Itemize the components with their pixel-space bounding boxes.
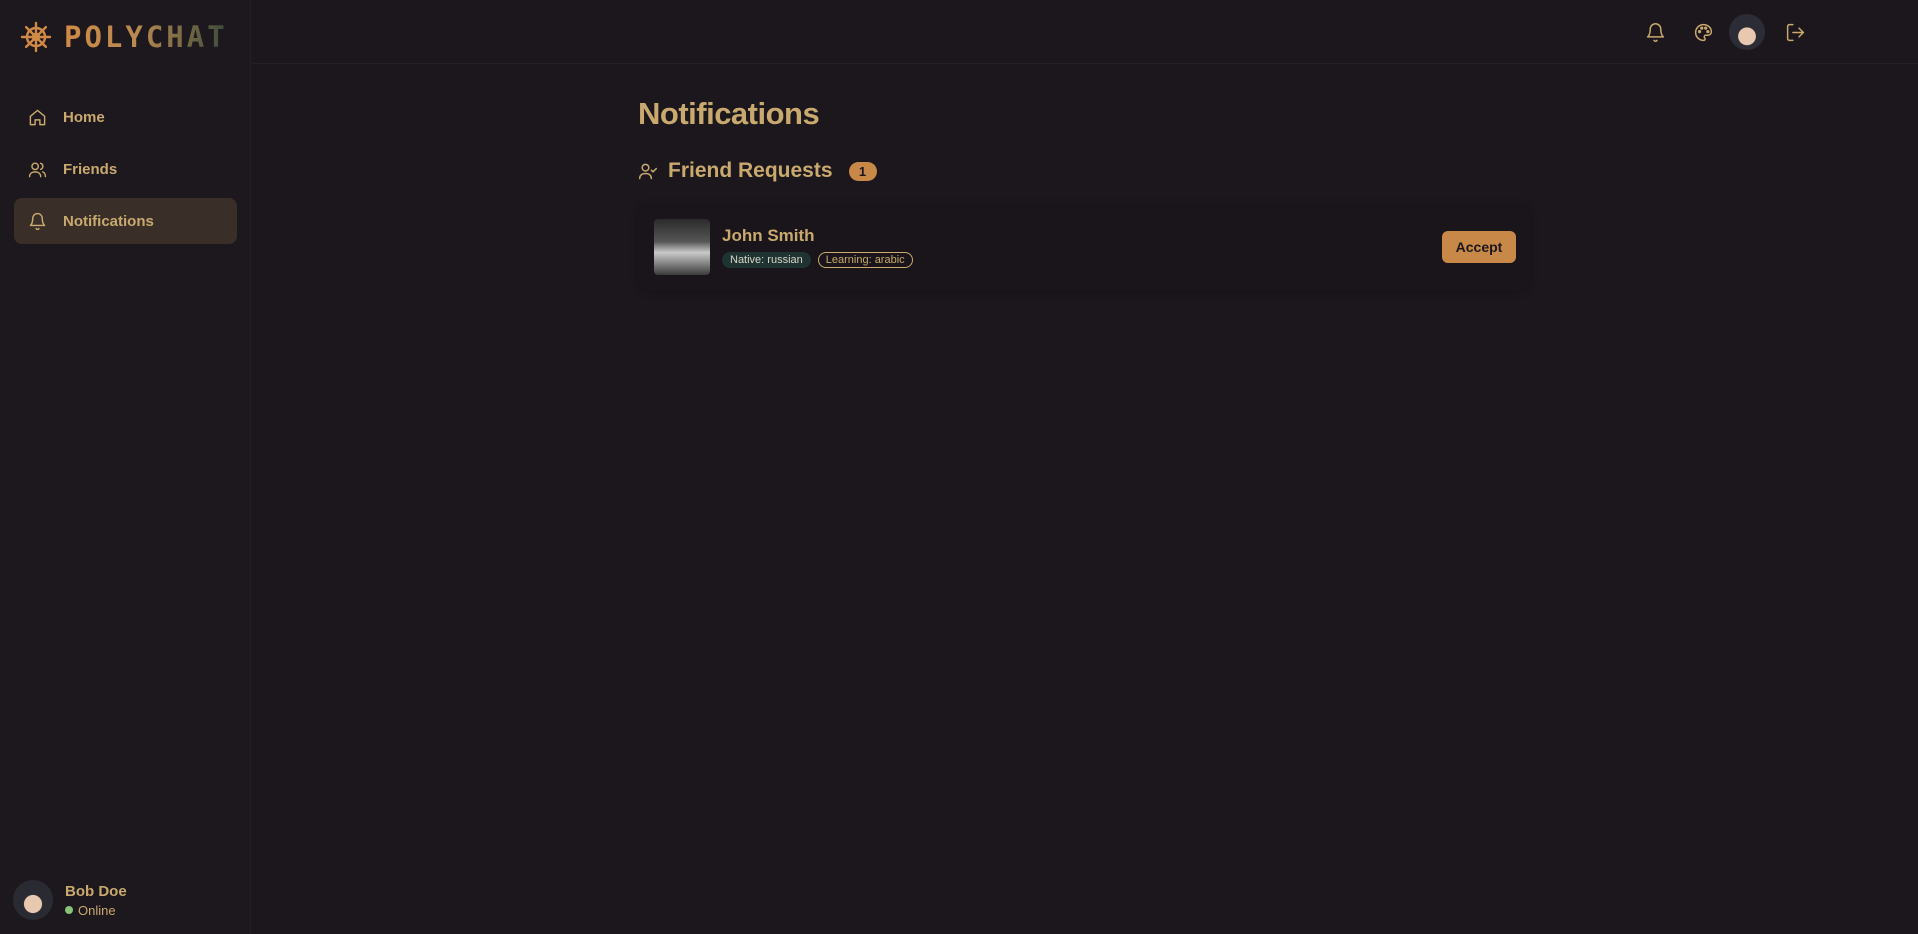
native-language-badge: Native: russian (722, 252, 811, 268)
learning-language-badge: Learning: arabic (817, 252, 913, 268)
user-name: Bob Doe (65, 882, 127, 900)
sidebar-item-label: Home (63, 108, 105, 126)
users-icon (28, 161, 47, 177)
app-root: POLYCHAT Home Friends Notifications Bob … (0, 0, 1918, 934)
home-icon (29, 109, 46, 125)
ship-wheel-icon (20, 21, 52, 53)
palette-icon (1694, 23, 1712, 41)
brand-logo[interactable]: POLYCHAT (20, 20, 228, 54)
language-tags: Native: russian Learning: arabic (722, 252, 1442, 268)
theme-button[interactable] (1685, 14, 1721, 50)
top-bar (252, 0, 1918, 64)
logout-icon (1786, 23, 1804, 41)
user-check-icon (638, 163, 658, 180)
bell-icon (29, 212, 46, 230)
sidebar-nav: Home Friends Notifications (14, 94, 237, 250)
friend-request-card: John Smith Native: russian Learning: ara… (638, 204, 1530, 290)
requester-name: John Smith (722, 226, 815, 245)
online-dot-icon (65, 906, 73, 914)
request-info: John Smith Native: russian Learning: ara… (722, 226, 1442, 268)
sidebar: POLYCHAT Home Friends Notifications Bob … (0, 0, 251, 934)
avatar (654, 219, 710, 275)
section-title: Friend Requests (668, 159, 833, 182)
bell-icon (1646, 22, 1664, 42)
brand-name: POLYCHAT (64, 20, 228, 54)
avatar[interactable] (1729, 14, 1765, 50)
current-user-card[interactable]: Bob Doe Online (13, 880, 127, 920)
count-badge: 1 (848, 161, 877, 181)
avatar (13, 880, 53, 920)
sidebar-item-home[interactable]: Home (14, 94, 237, 140)
sidebar-item-friends[interactable]: Friends (14, 146, 237, 192)
sidebar-item-notifications[interactable]: Notifications (14, 198, 237, 244)
header-actions (1625, 14, 1813, 50)
sidebar-item-label: Notifications (63, 212, 154, 230)
user-info: Bob Doe Online (65, 883, 127, 918)
section-header: Friend Requests 1 (638, 156, 1530, 186)
main-content: Notifications Friend Requests 1 John Smi… (638, 96, 1530, 290)
accept-button[interactable]: Accept (1442, 231, 1516, 263)
user-status: Online (65, 903, 127, 918)
notifications-button[interactable] (1637, 14, 1673, 50)
sidebar-item-label: Friends (63, 160, 118, 178)
page-title: Notifications (638, 96, 820, 131)
logout-button[interactable] (1777, 14, 1813, 50)
status-text: Online (78, 902, 116, 918)
